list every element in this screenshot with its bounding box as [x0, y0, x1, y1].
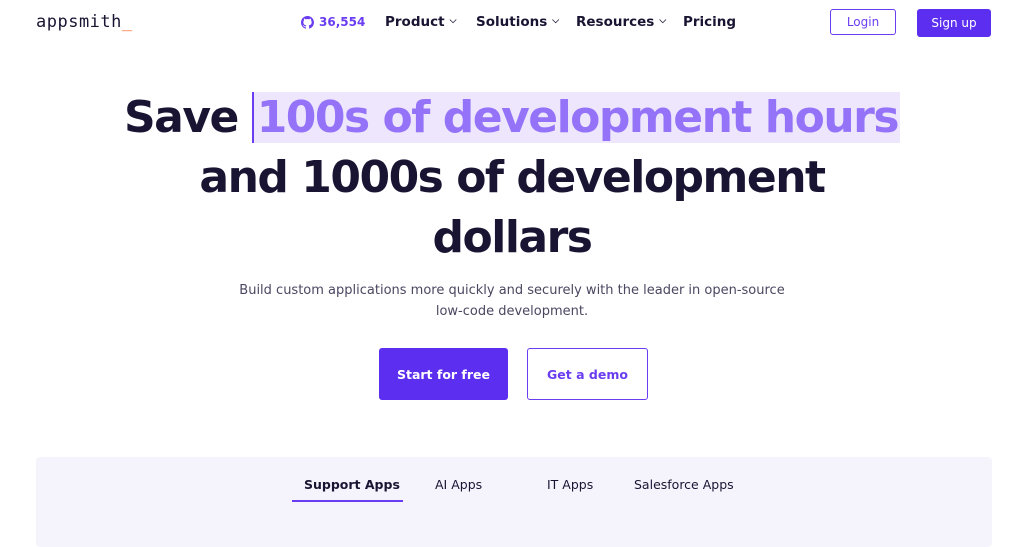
nav-pricing-label: Pricing — [683, 14, 737, 30]
chevron-down-icon: ⌵ — [449, 16, 457, 26]
chevron-down-icon: ⌵ — [659, 16, 667, 26]
app-category-tabs: Support Apps AI Apps IT Apps Salesforce … — [36, 457, 992, 547]
tab-salesforce-apps[interactable]: Salesforce Apps — [634, 477, 734, 492]
appsmith-logo[interactable]: appsmith_ — [36, 12, 133, 32]
nav-pricing[interactable]: Pricing — [683, 14, 736, 30]
get-a-demo-button[interactable]: Get a demo — [527, 348, 648, 400]
hero-title-line-3: dollars — [432, 212, 593, 263]
chevron-down-icon: ⌵ — [552, 16, 560, 26]
hero-title-line-1: Save 100s of development hours — [0, 90, 1024, 146]
top-nav: appsmith_ 36,554 Product ⌵ Solutions ⌵ Res… — [0, 0, 1024, 46]
tab-ai-apps[interactable]: AI Apps — [435, 477, 482, 492]
nav-product[interactable]: Product ⌵ — [385, 14, 456, 30]
nav-product-label: Product — [385, 14, 445, 30]
github-stars-link[interactable]: 36,554 — [301, 15, 365, 29]
github-stars-count: 36,554 — [319, 15, 366, 29]
logo-cursor: _ — [121, 12, 133, 32]
hero-subtitle: Build custom applications more quickly a… — [239, 283, 785, 319]
signup-button[interactable]: Sign up — [917, 9, 991, 37]
nav-solutions[interactable]: Solutions ⌵ — [476, 14, 559, 30]
github-icon — [301, 15, 314, 29]
login-button[interactable]: Login — [830, 9, 896, 35]
nav-resources[interactable]: Resources ⌵ — [576, 14, 666, 30]
hero-title-prefix: Save — [123, 92, 239, 143]
start-for-free-button[interactable]: Start for free — [379, 348, 508, 400]
tab-support-apps[interactable]: Support Apps — [304, 477, 400, 492]
active-tab-indicator — [292, 500, 403, 502]
hero-title-line-2: and 1000s of development — [199, 152, 826, 203]
nav-solutions-label: Solutions — [476, 14, 548, 30]
tab-it-apps[interactable]: IT Apps — [547, 477, 593, 492]
logo-text: appsmith — [36, 12, 122, 32]
hero-title-highlight: 100s of development hours — [251, 92, 901, 143]
nav-resources-label: Resources — [576, 14, 655, 30]
